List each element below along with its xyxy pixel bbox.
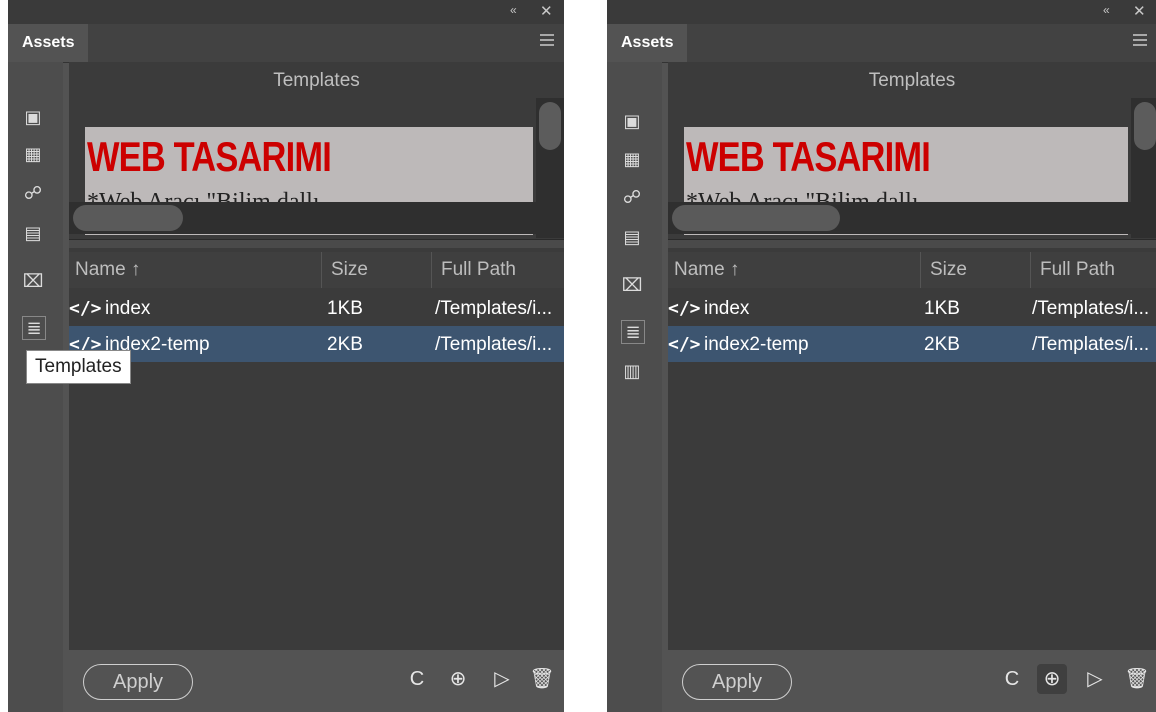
new-template-icon[interactable]: ⊕ (1037, 664, 1067, 694)
media-icon[interactable]: ▤ (22, 222, 44, 244)
tab-assets[interactable]: Assets (607, 24, 688, 62)
preview-resize-divider[interactable] (668, 239, 1156, 248)
preview-vertical-scrollbar[interactable] (536, 98, 564, 238)
table-header: Name ↑ Size Full Path (668, 252, 1156, 288)
delete-icon[interactable]: 🗑 (1122, 664, 1152, 694)
tab-assets[interactable]: Assets (8, 24, 89, 62)
preview-horizontal-scrollbar[interactable] (69, 202, 536, 234)
row-name: index (704, 298, 750, 319)
delete-icon[interactable]: 🗑 (527, 664, 557, 694)
preview-heading: WEB TASARIMI (87, 133, 332, 180)
assets-content: Templates WEB TASARIMI *Web Aracı "Bilim… (668, 62, 1156, 712)
row-path: /Templates/i... (435, 298, 553, 319)
row-size: 2KB (924, 334, 960, 355)
edit-icon[interactable]: ▷ (487, 664, 517, 694)
preview-vertical-scrollbar[interactable] (1131, 98, 1156, 238)
color-grid-icon[interactable]: ▦ (22, 143, 44, 165)
preview-title: Templates (868, 70, 956, 91)
panel-titlebar: « ✕ (607, 0, 1156, 24)
panel-menu-icon[interactable] (540, 34, 554, 46)
row-size: 2KB (327, 334, 363, 355)
assets-panel-right: « ✕ Assets ▣ ▦ ☍ ▤ ⌧ ≣ ▥ Templates WEB T… (607, 0, 1156, 712)
apply-button[interactable]: Apply (83, 664, 193, 700)
column-name[interactable]: Name ↑ (674, 259, 739, 281)
row-size: 1KB (924, 298, 960, 319)
tab-row: Assets (8, 24, 564, 63)
row-path: /Templates/i... (435, 334, 553, 355)
table-row-selected[interactable]: </> index2-temp 2KB /Templates/i... (69, 326, 564, 362)
column-size[interactable]: Size (930, 259, 967, 281)
code-icon: </> (668, 334, 701, 355)
panel-footer: Apply C ⊕ ▷ 🗑 (69, 650, 564, 712)
column-full-path[interactable]: Full Path (1040, 259, 1115, 281)
tab-row: Assets (607, 24, 1156, 63)
table-row[interactable]: </> index 1KB /Templates/i... (668, 290, 1156, 326)
templates-icon[interactable]: ≣ (621, 320, 645, 344)
apply-button[interactable]: Apply (682, 664, 792, 700)
table-row-selected[interactable]: </> index2-temp 2KB /Templates/i... (668, 326, 1156, 362)
close-icon[interactable]: ✕ (1133, 2, 1146, 20)
image-icon[interactable]: ▣ (22, 106, 44, 128)
link-icon[interactable]: ☍ (22, 182, 44, 204)
sort-arrow-icon: ↑ (130, 259, 141, 280)
collapse-icon[interactable]: « (1103, 3, 1110, 17)
panel-menu-icon[interactable] (1133, 34, 1147, 46)
row-name: index2-temp (704, 334, 809, 355)
preview-resize-divider[interactable] (69, 239, 564, 248)
column-size[interactable]: Size (331, 259, 368, 281)
table-header: Name ↑ Size Full Path (69, 252, 564, 288)
new-template-icon[interactable]: ⊕ (443, 664, 473, 694)
row-path: /Templates/i... (1032, 334, 1150, 355)
column-name[interactable]: Name ↑ (75, 259, 140, 281)
code-icon: </> (668, 298, 701, 319)
row-path: /Templates/i... (1032, 298, 1150, 319)
edit-icon[interactable]: ▷ (1080, 664, 1110, 694)
image-icon[interactable]: ▣ (621, 110, 643, 132)
close-icon[interactable]: ✕ (540, 2, 553, 20)
column-full-path[interactable]: Full Path (441, 259, 516, 281)
preview-title: Templates (273, 70, 360, 91)
templates-icon[interactable]: ≣ (22, 316, 46, 340)
assets-panel-left: « ✕ Assets ▣ ▦ ☍ ▤ ⌧ ≣ Templates WEB TAS… (8, 0, 564, 712)
assets-content: Templates WEB TASARIMI *Web Aracı "Bilim… (69, 62, 564, 712)
preview-heading: WEB TASARIMI (686, 133, 931, 180)
row-size: 1KB (327, 298, 363, 319)
row-name: index (105, 298, 151, 319)
refresh-icon[interactable]: C (997, 664, 1027, 694)
panel-footer: Apply C ⊕ ▷ 🗑 (668, 650, 1156, 712)
script-icon[interactable]: ⌧ (621, 274, 643, 296)
collapse-icon[interactable]: « (510, 3, 517, 17)
templates-tooltip: Templates (26, 350, 131, 384)
media-icon[interactable]: ▤ (621, 226, 643, 248)
sort-arrow-icon: ↑ (729, 259, 740, 280)
refresh-icon[interactable]: C (402, 664, 432, 694)
library-icon[interactable]: ▥ (621, 360, 643, 382)
color-grid-icon[interactable]: ▦ (621, 148, 643, 170)
asset-category-sidebar: ▣ ▦ ☍ ▤ ⌧ ≣ (8, 62, 63, 712)
preview-horizontal-scrollbar[interactable] (668, 202, 1131, 234)
code-icon: </> (69, 298, 102, 319)
link-icon[interactable]: ☍ (621, 186, 643, 208)
script-icon[interactable]: ⌧ (22, 270, 44, 292)
panel-titlebar: « ✕ (8, 0, 564, 24)
asset-category-sidebar: ▣ ▦ ☍ ▤ ⌧ ≣ ▥ (607, 62, 662, 712)
table-row[interactable]: </> index 1KB /Templates/i... (69, 290, 564, 326)
